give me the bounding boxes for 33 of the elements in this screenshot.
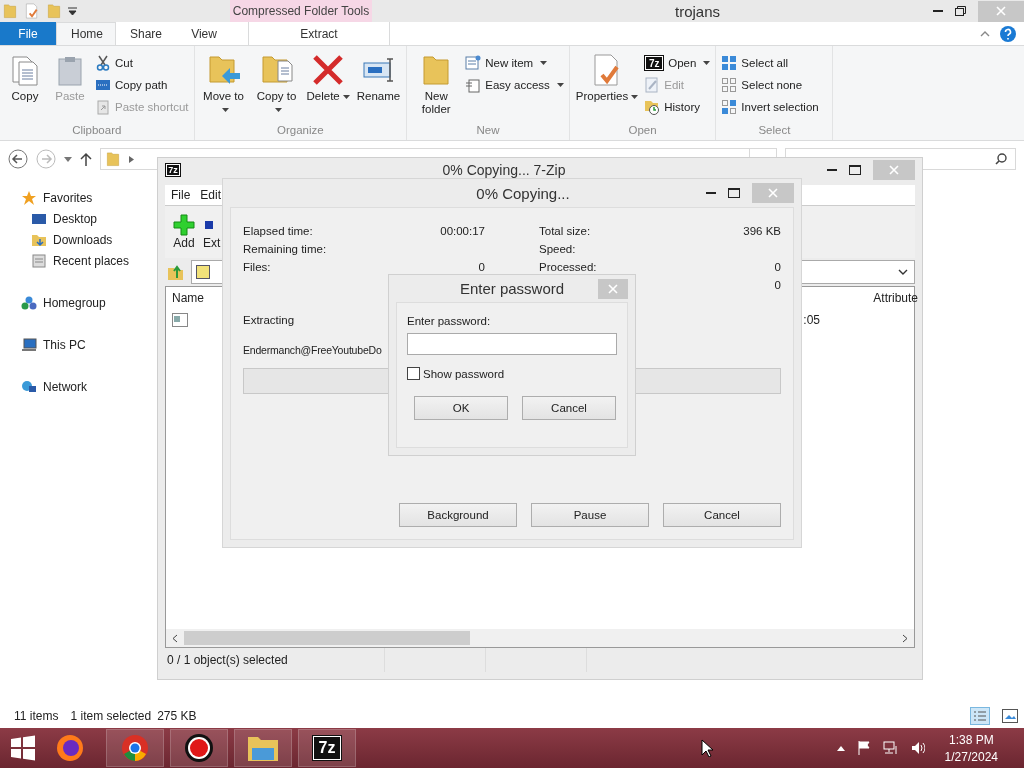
operation-text: Extracting	[243, 314, 295, 326]
archive-app-icon: 7z	[165, 163, 181, 177]
status-text: 275 KB	[157, 709, 197, 723]
status-text: 1 item selected	[70, 709, 152, 723]
stat-value: 0	[478, 261, 485, 273]
stat-value: 00:00:17	[440, 225, 485, 237]
window-title: 0% Copying... 7-Zip	[441, 162, 567, 178]
status-text: 11 items	[14, 709, 59, 723]
status-text: 0 / 1 object(s) selected	[166, 652, 289, 669]
stat-label: Processed:	[539, 261, 597, 273]
stat-value: 0	[774, 261, 781, 273]
group-label: Clipboard	[71, 123, 123, 138]
stat-label: Files:	[243, 261, 271, 273]
stat-label: Elapsed time:	[243, 225, 313, 237]
field-label: Enter password:	[407, 315, 491, 327]
stat-label: Speed:	[539, 243, 576, 255]
dialog-title: 0% Copying...	[475, 184, 571, 202]
stat-label: Remaining time:	[243, 243, 327, 255]
group-label: Open	[627, 123, 658, 138]
table-cell: :05	[803, 313, 820, 327]
stat-label: Total size:	[539, 225, 591, 237]
archive-app-icon: 7z	[312, 735, 342, 761]
file-name: Endermanch@FreeYoutubeDo	[243, 344, 382, 356]
stat-value: 0	[774, 279, 781, 291]
group-label: Organize	[276, 123, 325, 138]
context-tab-group: Compressed Folder Tools	[230, 0, 372, 22]
stat-value: 396 KB	[743, 225, 781, 237]
dialog-title: Enter password	[458, 280, 566, 297]
checkbox-label: Show password	[423, 367, 505, 380]
group-label: New	[475, 123, 501, 138]
archive-app-icon: 7z	[644, 55, 665, 71]
group-label: Select	[757, 123, 792, 138]
window-title: trojans	[674, 2, 721, 20]
